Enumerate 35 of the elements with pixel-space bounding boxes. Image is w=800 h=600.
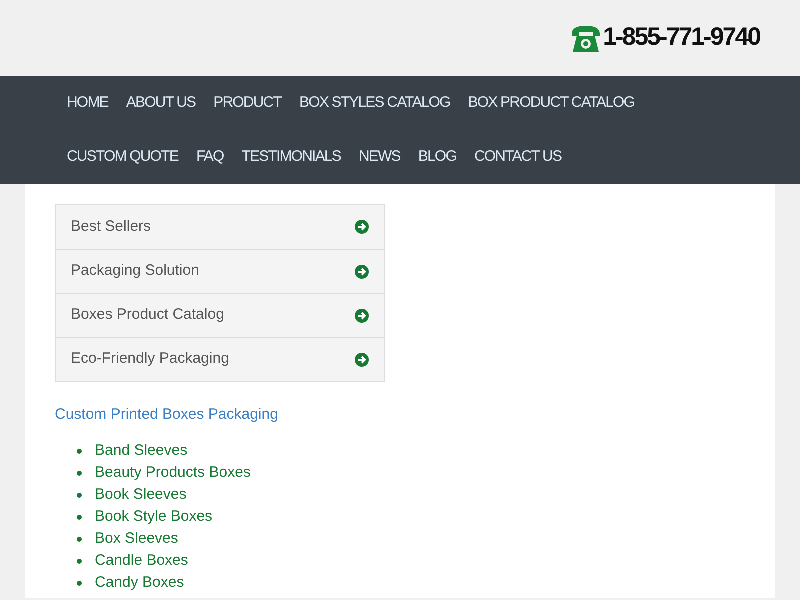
nav-link[interactable]: FAQ [187,130,233,184]
arrow-right-icon [355,352,369,366]
nav-link[interactable]: ABOUT US [117,76,205,130]
bullet-icon [77,471,82,476]
arrow-right-icon [355,264,369,278]
bullet-icon [77,449,82,454]
bullet-icon [77,581,82,586]
phone-number: 1-855-771-9740 [603,22,760,54]
nav-link[interactable]: HOME [58,76,118,130]
category-link[interactable]: Candy Boxes [95,572,184,595]
category-link[interactable]: Book Style Boxes [95,506,213,529]
arrow-right-icon [355,220,369,234]
bullet-icon [77,515,82,520]
nav-link[interactable]: BOX STYLES CATALOG [290,76,460,130]
nav-link[interactable]: PRODUCT [204,76,290,130]
nav-link[interactable]: TESTIMONIALS [232,130,350,184]
nav-link[interactable]: BLOG [409,130,466,184]
bullet-icon [77,537,82,542]
section-link[interactable]: Custom Printed Boxes Packaging [55,404,745,426]
category-link[interactable]: Book Sleeves [95,484,187,507]
nav-link[interactable]: CUSTOM QUOTE [58,130,188,184]
category-link[interactable]: Candle Boxes [95,550,188,573]
nav-link[interactable]: CONTACT US [465,130,571,184]
bullet-icon [77,559,82,564]
category-link[interactable]: Box Sleeves [95,528,178,551]
menu-item[interactable]: Best Sellers [56,205,384,249]
bullet-icon [77,493,82,498]
nav-link[interactable]: NEWS [350,130,410,184]
nav-link[interactable]: BOX PRODUCT CATALOG [459,76,644,130]
arrow-right-icon [355,308,369,322]
category-link[interactable]: Band Sleeves [95,440,188,463]
menu-item[interactable]: Boxes Product Catalog [56,293,384,337]
category-link[interactable]: Beauty Products Boxes [95,462,251,485]
menu-item[interactable]: Eco-Friendly Packaging [56,337,384,381]
menu-item[interactable]: Packaging Solution [56,249,384,293]
